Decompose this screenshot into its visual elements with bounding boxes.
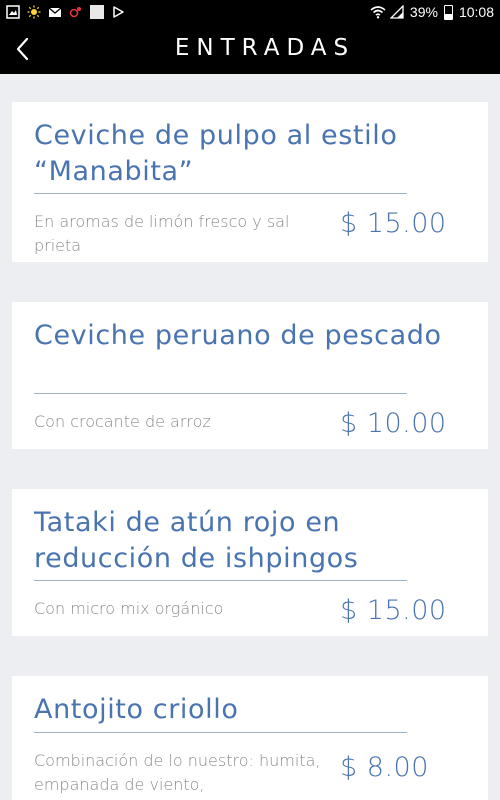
app-icon [69, 5, 83, 19]
battery-icon [443, 4, 453, 20]
dish-name: Ceviche peruano de pescado [34, 320, 442, 351]
chevron-left-icon [16, 37, 29, 61]
clock: 10:08 [458, 4, 494, 20]
notification-icon [90, 5, 104, 19]
menu-item-card[interactable]: Ceviche peruano de pescado Con crocante … [12, 302, 488, 449]
divider [34, 393, 407, 394]
divider [34, 732, 407, 733]
menu-item-card[interactable]: Antojito criollo Combinación de lo nuest… [12, 676, 488, 800]
dish-description: Combinación de lo nuestro: humita, empan… [34, 751, 321, 794]
dish-name: Tataki de atún rojo en reducción de ishp… [34, 507, 359, 574]
page-title: ENTRADAS [174, 35, 356, 61]
menu-item-card[interactable]: Ceviche de pulpo al estilo “Manabita” En… [12, 102, 488, 262]
gallery-icon [6, 5, 20, 19]
system-icons: 39% 10:08 [370, 4, 494, 20]
dish-description: Con crocante de arroz [34, 412, 211, 431]
dish-description: Con micro mix orgánico [34, 599, 224, 618]
notification-icons [6, 4, 125, 20]
wifi-icon [370, 5, 386, 19]
signal-icon [389, 4, 404, 19]
dish-description: En aromas de limón fresco y sal prieta [34, 212, 290, 255]
dish-name: Ceviche de pulpo al estilo “Manabita” [34, 120, 398, 187]
play-store-icon [111, 5, 125, 19]
app-header: ENTRADAS [0, 24, 500, 74]
divider [34, 193, 407, 194]
dish-price: $ 15.00 [340, 208, 447, 239]
divider [34, 580, 407, 581]
menu-list[interactable]: Ceviche de pulpo al estilo “Manabita” En… [0, 74, 500, 800]
dish-price: $ 15.00 [340, 595, 447, 626]
weather-icon [27, 5, 41, 19]
menu-item-card[interactable]: Tataki de atún rojo en reducción de ishp… [12, 489, 488, 636]
battery-percent: 39% [409, 4, 438, 20]
dish-price: $ 10.00 [340, 408, 447, 439]
status-bar: 39% 10:08 [0, 0, 500, 24]
dish-name: Antojito criollo [34, 694, 239, 725]
back-button[interactable] [10, 33, 40, 65]
gmail-icon [48, 5, 62, 19]
dish-price: $ 8.00 [340, 752, 429, 783]
